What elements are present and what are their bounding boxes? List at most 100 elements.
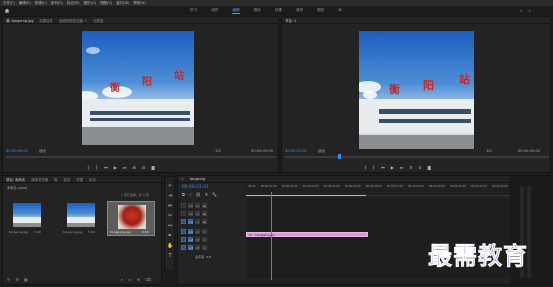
- play-icon[interactable]: ▶: [114, 165, 117, 170]
- track-label-v1[interactable]: V1: [188, 218, 193, 224]
- eye-icon[interactable]: ◉: [202, 202, 207, 208]
- marker-icon[interactable]: ▼: [205, 192, 208, 197]
- pencil-icon[interactable]: ✎: [7, 277, 10, 282]
- pen-icon[interactable]: ✒: [167, 233, 173, 239]
- lock-icon[interactable]: ⊡: [195, 202, 200, 208]
- track-label-v2[interactable]: V2: [188, 210, 193, 216]
- tab-markers[interactable]: 标记: [89, 177, 96, 182]
- project-item-thumb-1[interactable]: [13, 203, 41, 227]
- project-item-selected[interactable]: hongjiang.jpg 5:00: [107, 201, 155, 236]
- mark-in-icon[interactable]: {: [87, 165, 90, 170]
- tab-program[interactable]: 节目: 1: [285, 18, 296, 23]
- play-icon[interactable]: ▶: [391, 165, 394, 170]
- track-target-toggle[interactable]: [181, 218, 186, 224]
- menu-view[interactable]: 视图(V): [100, 1, 112, 6]
- workspace-tab-audio[interactable]: 音频: [296, 8, 303, 14]
- program-fit-select[interactable]: 适合: [318, 149, 325, 154]
- overwrite-icon[interactable]: ⊟: [142, 165, 145, 170]
- track-target-toggle[interactable]: [181, 210, 186, 216]
- overflow-icon[interactable]: »: [520, 8, 522, 13]
- time-ruler[interactable]: 00:00 00:00:01:00 00:00:02:00 00:00:03:0…: [246, 185, 510, 196]
- tab-info[interactable]: 信息: [64, 177, 71, 182]
- new-item-icon[interactable]: ⊕: [137, 277, 140, 282]
- list-view-icon[interactable]: ☰: [15, 277, 19, 282]
- tab-metadata[interactable]: 元数据: [93, 18, 103, 23]
- program-timecode[interactable]: 00:00:01:01: [285, 149, 307, 153]
- solo-icon[interactable]: S: [202, 244, 207, 250]
- track-target-toggle[interactable]: [181, 244, 186, 250]
- track-target-toggle[interactable]: [181, 236, 186, 242]
- source-timecode[interactable]: 00:00:00:00: [6, 149, 28, 153]
- step-forward-icon[interactable]: ⏭: [400, 165, 404, 170]
- menu-edit[interactable]: 编辑(E): [19, 1, 31, 6]
- nest-icon[interactable]: ⧉: [182, 192, 185, 197]
- program-scale-select[interactable]: 1/2: [486, 149, 492, 153]
- snap-icon[interactable]: ∩: [189, 192, 192, 197]
- workspace-tab-assembly[interactable]: 组件: [211, 8, 218, 14]
- mute-icon[interactable]: M: [195, 244, 200, 250]
- solo-icon[interactable]: S: [202, 236, 207, 242]
- menu-graphics[interactable]: 图形(G): [84, 1, 96, 6]
- step-forward-icon[interactable]: ⏭: [123, 165, 127, 170]
- track-select-icon[interactable]: ⇥: [167, 193, 173, 199]
- lift-icon[interactable]: ⊼: [409, 165, 412, 170]
- workspace-tab-effects[interactable]: 效果: [275, 8, 282, 14]
- eye-icon[interactable]: ◉: [202, 210, 207, 216]
- tab-audio-mixer[interactable]: 音频剪辑混合器: 1: [59, 18, 87, 23]
- timeline-clip[interactable]: fx hongjiang.jpg: [246, 232, 368, 237]
- step-back-icon[interactable]: ⏮: [381, 165, 385, 170]
- search-icon[interactable]: ⌕: [528, 8, 530, 13]
- track-label-a2[interactable]: A2: [188, 236, 193, 242]
- eye-icon[interactable]: ◉: [202, 218, 207, 224]
- track-label-a3[interactable]: A3: [188, 244, 193, 250]
- menu-file[interactable]: 文件(F): [3, 1, 15, 6]
- close-icon[interactable]: ×: [181, 177, 184, 181]
- extract-icon[interactable]: ⊻: [418, 165, 421, 170]
- wrench-icon[interactable]: 🔧: [212, 192, 217, 197]
- track-target-toggle[interactable]: [181, 202, 186, 208]
- master-volume[interactable]: 0.0: [206, 255, 211, 259]
- project-item-thumb-2[interactable]: [67, 203, 95, 227]
- ripple-edit-icon[interactable]: ⇹: [167, 203, 173, 209]
- new-bin-icon[interactable]: ▭: [128, 277, 132, 282]
- workspace-tab-color[interactable]: 颜色: [254, 8, 261, 14]
- tab-libraries[interactable]: 库: [54, 177, 57, 182]
- track-target-toggle[interactable]: [181, 228, 186, 234]
- source-fit-select[interactable]: 适合: [39, 149, 46, 154]
- mark-in-icon[interactable]: {: [364, 165, 367, 170]
- source-scrubber[interactable]: [6, 156, 276, 158]
- icon-view-icon[interactable]: ▦: [24, 277, 28, 282]
- mute-icon[interactable]: M: [195, 228, 200, 234]
- type-icon[interactable]: T: [167, 253, 173, 259]
- step-back-icon[interactable]: ⏮: [104, 165, 108, 170]
- tab-effects[interactable]: 效果: [76, 177, 83, 182]
- home-icon[interactable]: [4, 8, 10, 13]
- mute-icon[interactable]: M: [195, 236, 200, 242]
- track-label-a1[interactable]: A1: [188, 228, 193, 234]
- lock-icon[interactable]: ⊡: [195, 218, 200, 224]
- export-frame-icon[interactable]: ◙: [151, 165, 155, 170]
- workspace-tab-graphics[interactable]: 图形: [317, 8, 324, 14]
- menu-sequence[interactable]: 序列(S): [51, 1, 63, 6]
- lock-icon[interactable]: ⊡: [195, 210, 200, 216]
- tab-media-browser[interactable]: 媒体浏览器: [31, 177, 48, 182]
- menu-marker[interactable]: 标记(M): [67, 1, 80, 6]
- menu-clip[interactable]: 剪辑(C): [35, 1, 47, 6]
- timeline-timecode[interactable]: 00:00:01:01: [182, 185, 209, 190]
- workspace-tab-learn[interactable]: 学习: [190, 8, 197, 14]
- source-scale-select[interactable]: 1/2: [215, 149, 221, 153]
- work-area-bar[interactable]: [246, 195, 366, 196]
- export-frame-icon[interactable]: ◙: [427, 165, 431, 170]
- tab-sequence[interactable]: tangerng: [190, 177, 205, 181]
- menu-window[interactable]: 窗口(W): [116, 1, 129, 6]
- track-label-v3[interactable]: V3: [188, 202, 193, 208]
- tab-project[interactable]: 项目: 未命名: [6, 177, 25, 182]
- selection-tool-icon[interactable]: ➤: [167, 183, 173, 189]
- tab-effect-controls[interactable]: 效果控件: [39, 18, 53, 23]
- program-playhead[interactable]: [338, 154, 341, 159]
- linked-icon[interactable]: ⛓: [196, 192, 201, 197]
- solo-icon[interactable]: S: [202, 228, 207, 234]
- hand-icon[interactable]: ✋: [167, 243, 173, 249]
- mark-out-icon[interactable]: }: [96, 165, 99, 170]
- program-scrubber[interactable]: [285, 156, 549, 158]
